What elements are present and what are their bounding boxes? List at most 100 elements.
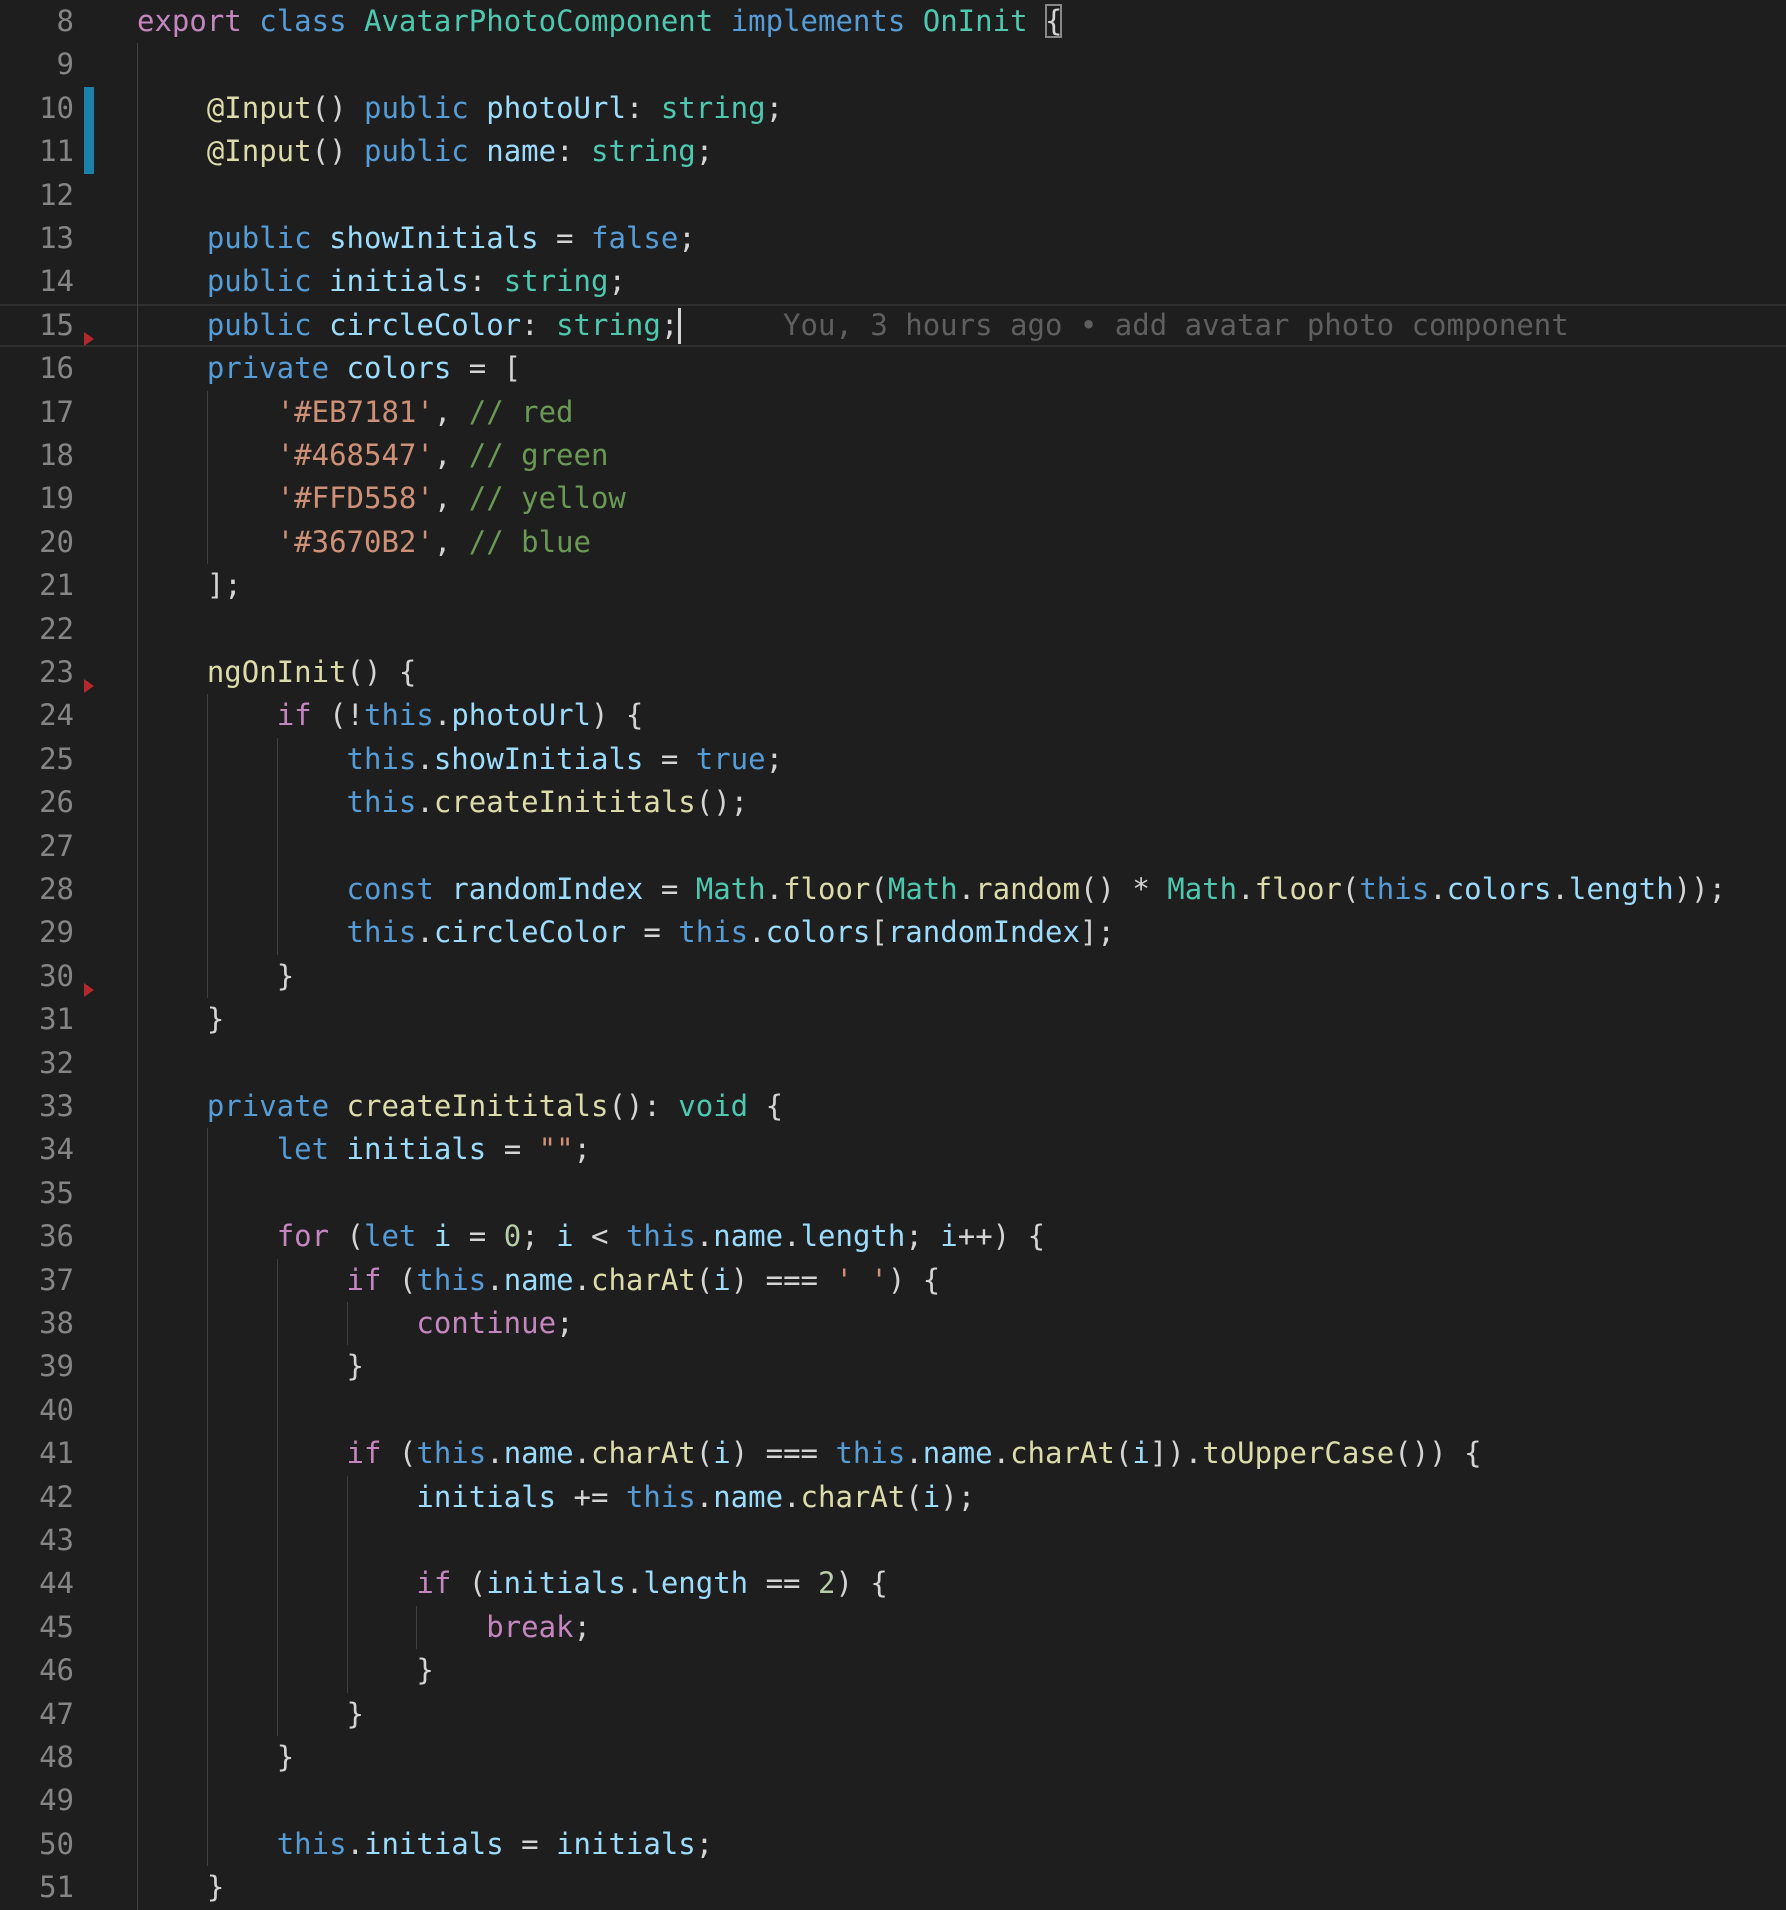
- code-token: for: [276, 1219, 330, 1254]
- code-line[interactable]: 28 const randomIndex = Math.floor(Math.ra…: [0, 868, 1786, 912]
- code-line[interactable]: 9: [0, 43, 1786, 87]
- line-number[interactable]: 46: [0, 1649, 74, 1692]
- code-editor[interactable]: 8 export class AvatarPhotoComponent imple…: [0, 0, 1786, 1910]
- code-text: this.initials = initials;: [277, 1823, 714, 1866]
- code-line[interactable]: 16 private colors = [: [0, 347, 1786, 391]
- git-deleted-marker-icon[interactable]: [84, 982, 94, 997]
- code-line[interactable]: 34 let initials = "";: [0, 1128, 1786, 1172]
- line-number[interactable]: 12: [0, 174, 74, 217]
- code-line[interactable]: 30}: [0, 954, 1786, 999]
- line-number[interactable]: 28: [0, 868, 74, 911]
- line-number[interactable]: 40: [0, 1389, 74, 1432]
- line-number[interactable]: 19: [0, 477, 74, 520]
- line-number[interactable]: 10: [0, 87, 74, 130]
- code-line[interactable]: 21];: [0, 564, 1786, 608]
- git-deleted-marker-icon[interactable]: [84, 679, 94, 693]
- code-line[interactable]: 47}: [0, 1692, 1786, 1736]
- line-number[interactable]: 26: [0, 781, 74, 824]
- line-number[interactable]: 17: [0, 391, 74, 434]
- line-number[interactable]: 36: [0, 1215, 74, 1258]
- line-number[interactable]: 38: [0, 1302, 74, 1345]
- line-number[interactable]: 21: [0, 564, 74, 607]
- code-line[interactable]: 42 initials += this.name.charAt(i);: [0, 1475, 1786, 1519]
- line-number[interactable]: 51: [0, 1866, 74, 1909]
- line-number[interactable]: 27: [0, 825, 74, 868]
- line-number[interactable]: 30: [0, 955, 74, 998]
- code-line[interactable]: 36 for (let i = 0; i < this.name.length; …: [0, 1215, 1786, 1259]
- code-line[interactable]: 8 export class AvatarPhotoComponent imple…: [0, 0, 1786, 43]
- line-number[interactable]: 45: [0, 1606, 74, 1649]
- code-line[interactable]: 20 '#3670B2', // blue: [0, 520, 1786, 565]
- line-number[interactable]: 13: [0, 217, 74, 260]
- code-line[interactable]: 23 ngOnInit() {: [0, 651, 1786, 695]
- code-line[interactable]: 43: [0, 1519, 1786, 1563]
- code-line[interactable]: 12: [0, 173, 1786, 217]
- git-modified-indicator[interactable]: [84, 86, 94, 131]
- code-line[interactable]: 45 break;: [0, 1605, 1786, 1650]
- line-number[interactable]: 8: [0, 0, 74, 43]
- line-number[interactable]: 16: [0, 347, 74, 390]
- line-number[interactable]: 15: [0, 304, 74, 347]
- line-number[interactable]: 39: [0, 1345, 74, 1388]
- line-number[interactable]: 20: [0, 521, 74, 564]
- code-line[interactable]: 49: [0, 1779, 1786, 1823]
- line-number[interactable]: 11: [0, 130, 74, 173]
- git-modified-indicator[interactable]: [84, 130, 94, 174]
- code-line[interactable]: 14 public initials: string;: [0, 260, 1786, 304]
- code-line[interactable]: 15 public circleColor: string; You, 3 hour…: [0, 303, 1786, 348]
- line-number[interactable]: 41: [0, 1432, 74, 1475]
- code-line[interactable]: 50 this.initials = initials;: [0, 1822, 1786, 1867]
- code-line[interactable]: 33 private createInititals(): void {: [0, 1085, 1786, 1129]
- line-number[interactable]: 14: [0, 260, 74, 303]
- indent-guide: [206, 694, 208, 738]
- code-line[interactable]: 18 '#468547', // green: [0, 434, 1786, 478]
- code-line[interactable]: 10 @Input() public photoUrl: string;: [0, 86, 1786, 131]
- line-number[interactable]: 42: [0, 1476, 74, 1519]
- line-number[interactable]: 33: [0, 1085, 74, 1128]
- git-deleted-marker-icon[interactable]: [84, 331, 94, 346]
- code-line[interactable]: 51}: [0, 1866, 1786, 1910]
- code-line[interactable]: 11 @Input() public name: string;: [0, 130, 1786, 174]
- code-line[interactable]: 44 if (initials.length == 2) {: [0, 1562, 1786, 1606]
- line-number[interactable]: 31: [0, 998, 74, 1041]
- code-line[interactable]: 27: [0, 824, 1786, 868]
- line-number[interactable]: 49: [0, 1779, 74, 1822]
- line-number[interactable]: 25: [0, 738, 74, 781]
- line-number[interactable]: 43: [0, 1519, 74, 1562]
- line-number[interactable]: 34: [0, 1128, 74, 1171]
- code-line[interactable]: 24 if (!this.photoUrl) {: [0, 694, 1786, 738]
- code-line[interactable]: 32: [0, 1041, 1786, 1085]
- code-line[interactable]: 38 continue;: [0, 1302, 1786, 1346]
- indent-guide: [137, 651, 138, 695]
- line-number[interactable]: 35: [0, 1172, 74, 1215]
- code-line[interactable]: 17 '#EB7181', // red: [0, 390, 1786, 434]
- code-line[interactable]: 26 this.createInititals();: [0, 781, 1786, 825]
- code-line[interactable]: 22: [0, 607, 1786, 651]
- line-number[interactable]: 22: [0, 608, 74, 651]
- code-line[interactable]: 37 if (this.name.charAt(i) === ' ') {: [0, 1258, 1786, 1302]
- line-number[interactable]: 48: [0, 1736, 74, 1779]
- code-line[interactable]: 35: [0, 1171, 1786, 1216]
- line-number[interactable]: 44: [0, 1562, 74, 1605]
- code-token: this: [346, 785, 417, 820]
- code-line[interactable]: 48}: [0, 1736, 1786, 1780]
- line-number[interactable]: 9: [0, 43, 74, 86]
- code-line[interactable]: 40: [0, 1388, 1786, 1433]
- line-number[interactable]: 32: [0, 1042, 74, 1085]
- code-line[interactable]: 31}: [0, 998, 1786, 1042]
- code-line[interactable]: 13 public showInitials = false;: [0, 217, 1786, 261]
- line-number[interactable]: 23: [0, 651, 74, 694]
- line-number[interactable]: 37: [0, 1259, 74, 1302]
- code-line[interactable]: 46}: [0, 1649, 1786, 1693]
- code-line[interactable]: 19 '#FFD558', // yellow: [0, 477, 1786, 521]
- line-number[interactable]: 24: [0, 694, 74, 737]
- line-number[interactable]: 18: [0, 434, 74, 477]
- line-number[interactable]: 47: [0, 1693, 74, 1736]
- code-line[interactable]: 25 this.showInitials = true;: [0, 737, 1786, 782]
- line-number[interactable]: 50: [0, 1823, 74, 1866]
- line-number[interactable]: 29: [0, 911, 74, 954]
- code-line[interactable]: 41 if (this.name.charAt(i) === this.name.…: [0, 1432, 1786, 1476]
- code-token: // yellow: [468, 481, 626, 516]
- code-line[interactable]: 29 this.circleColor = this.colors[randomI…: [0, 911, 1786, 955]
- code-line[interactable]: 39}: [0, 1345, 1786, 1389]
